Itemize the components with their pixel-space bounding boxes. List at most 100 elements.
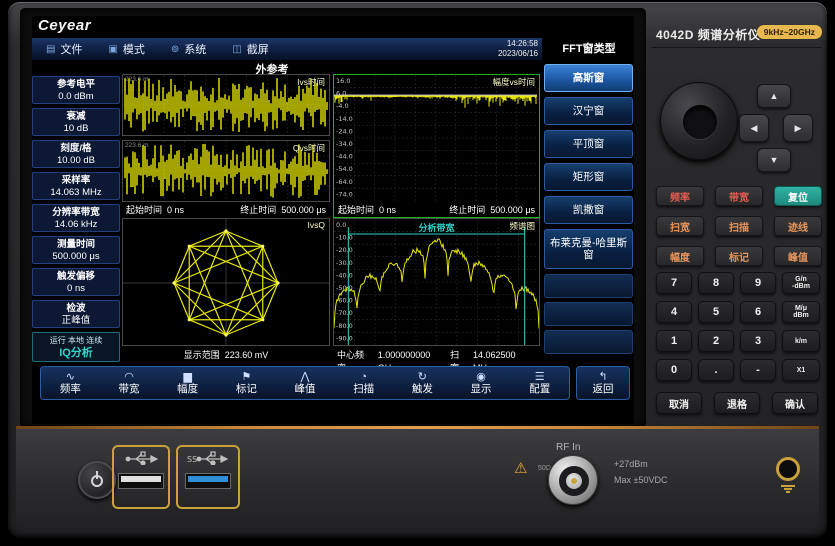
menu-item-label: 系统 — [184, 41, 206, 57]
bandwidth-key[interactable]: 带宽 — [715, 186, 763, 206]
toolbar-item-frequency[interactable]: ∿频率 — [41, 367, 100, 399]
key-8[interactable]: 8 — [698, 272, 734, 294]
menu-item-file[interactable]: ▤文件 — [46, 41, 82, 57]
constellation-quadrant[interactable]: IvsQ 显示范围 223.60 mV — [122, 218, 330, 362]
key-dot[interactable]: . — [698, 359, 734, 381]
param-rbw[interactable]: 分辨率带宽14.06 kHz — [32, 204, 120, 232]
toolbar-item-peak[interactable]: ⋀峰值 — [276, 367, 335, 399]
cancel-key[interactable]: 取消 — [656, 392, 702, 414]
key-7[interactable]: 7 — [656, 272, 692, 294]
toolbar-item-trigger[interactable]: ↻触发 — [393, 367, 452, 399]
time-text: 14:26:58 — [460, 39, 538, 49]
param-attenuation[interactable]: 衰减10 dB — [32, 108, 120, 136]
down-arrow-key[interactable]: ▼ — [757, 148, 791, 172]
spectrum-quadrant[interactable]: 0.0-10.0-20.0-30.0-40.0-50.0-60.0-70.0-8… — [333, 218, 540, 362]
sweep-key[interactable]: 扫描 — [715, 216, 763, 236]
toolbar-item-amplitude[interactable]: ▆幅度 — [158, 367, 217, 399]
spectrum-footer: 中心频率 1.000000000 GHz 扫宽 14.062500 MHz — [333, 349, 540, 362]
key-3[interactable]: 3 — [740, 330, 776, 352]
frequency-key[interactable]: 频率 — [656, 186, 704, 206]
key-k-m[interactable]: k/m — [782, 330, 820, 352]
clock: 14:26:58 2023/06/16 — [460, 39, 538, 59]
key-9[interactable]: 9 — [740, 272, 776, 294]
toolbar-item-display[interactable]: ◉显示 — [452, 367, 511, 399]
usb3-port-frame: SS — [176, 445, 240, 509]
param-label: 参考电平 — [33, 79, 119, 91]
i-scale-label: 223.6 m — [125, 76, 149, 83]
toolbar-item-sweep[interactable]: ◔扫描 — [334, 367, 393, 399]
stop-time-label: 终止时间 — [240, 204, 276, 217]
softkey-hanning-window[interactable]: 汉宁窗 — [544, 97, 633, 125]
analysis-bandwidth-label: 分析带宽 — [334, 221, 539, 234]
key-0[interactable]: 0 — [656, 359, 692, 381]
power-icon — [91, 475, 103, 487]
menu-item-screenshot[interactable]: ◫截屏 — [232, 41, 268, 57]
svg-text:-90.0: -90.0 — [336, 334, 353, 342]
center-freq-label: 中心频率 — [337, 349, 373, 362]
amp-time-quadrant[interactable]: 16.06.0-4.0-14.0-24.0-34.0-44.0-54.0-64.… — [333, 74, 540, 218]
param-label: 触发偏移 — [33, 271, 119, 283]
param-measure-time[interactable]: 测量时间500.000 μs — [32, 236, 120, 264]
toolbar-item-label: 频率 — [60, 383, 81, 396]
softkey-gaussian-window[interactable]: 高斯窗 — [544, 64, 633, 92]
power-button[interactable] — [78, 461, 116, 499]
toolbar-item-config[interactable]: ☰配置 — [510, 367, 569, 399]
back-button[interactable]: ↰ 返回 — [576, 366, 630, 400]
key-minus[interactable]: - — [740, 359, 776, 381]
right-arrow-key[interactable]: ▶ — [783, 114, 813, 142]
start-time-value: 0 ns — [167, 204, 184, 217]
key-x1[interactable]: X1 — [782, 359, 820, 381]
span-key[interactable]: 扫宽 — [656, 216, 704, 236]
reset-key[interactable]: 复位 — [774, 186, 822, 206]
svg-text:-44.0: -44.0 — [336, 153, 353, 161]
key-4[interactable]: 4 — [656, 301, 692, 323]
rotary-knob[interactable] — [660, 82, 738, 160]
key-2[interactable]: 2 — [698, 330, 734, 352]
key-1[interactable]: 1 — [656, 330, 692, 352]
knob-center — [683, 105, 717, 139]
back-icon: ↰ — [598, 371, 607, 383]
softkey-flattop-window[interactable]: 平顶窗 — [544, 130, 633, 158]
toolbar-item-marker[interactable]: ⚑标记 — [217, 367, 276, 399]
softkey-rectangular-window[interactable]: 矩形窗 — [544, 163, 633, 191]
menu-item-mode[interactable]: ▣模式 — [108, 41, 144, 57]
numeric-keypad: 789 G/n -dBm 456 M/μ dBm 123 k/m 0.-X1 — [656, 272, 820, 381]
usb3-tongue — [188, 476, 228, 482]
spectrum-analyzer-front: Ceyear ▤文件▣模式⊚系统◫截屏 14:26:58 2023/06/16 … — [0, 0, 835, 546]
toolbar-item-bandwidth[interactable]: ◠带宽 — [100, 367, 159, 399]
key-6[interactable]: 6 — [740, 301, 776, 323]
softkey-kaiser-window[interactable]: 凯撒窗 — [544, 196, 633, 224]
key-5[interactable]: 5 — [698, 301, 734, 323]
param-trigger-offset[interactable]: 触发偏移0 ns — [32, 268, 120, 296]
toolbar-item-label: 标记 — [236, 383, 257, 396]
toolbar-item-label: 配置 — [529, 383, 550, 396]
menu-item-system[interactable]: ⊚系统 — [171, 41, 206, 57]
softkey-softkey-blank-1[interactable] — [544, 274, 633, 298]
brand-logo: Ceyear — [38, 17, 91, 34]
spectrum-title: 频谱图 — [509, 220, 535, 232]
softkey-softkey-blank-3[interactable] — [544, 330, 633, 354]
softkey-menu-title: FFT窗类型 — [544, 40, 634, 56]
trace-key[interactable]: 迹线 — [774, 216, 822, 236]
confirm-key[interactable]: 确认 — [772, 392, 818, 414]
amplitude-key[interactable]: 幅度 — [656, 246, 704, 266]
backspace-key[interactable]: 退格 — [714, 392, 760, 414]
softkey-softkey-blank-2[interactable] — [544, 302, 633, 326]
left-arrow-key[interactable]: ◀ — [739, 114, 769, 142]
iq-time-quadrant[interactable]: 223.6 m Ivs时间 223.6 m Qvs时间 起始时间 0 ns 终止… — [122, 74, 330, 218]
svg-text:-4.0: -4.0 — [336, 102, 349, 110]
marker-key[interactable]: 标记 — [715, 246, 763, 266]
run-status-text: 运行 本地 连续 — [33, 335, 119, 346]
peak-key[interactable]: 峰值 — [774, 246, 822, 266]
softkey-blackman-harris-window[interactable]: 布莱克曼-哈里斯窗 — [544, 229, 633, 269]
param-detector[interactable]: 检波正峰值 — [32, 300, 120, 328]
key-m-dbm[interactable]: M/μ dBm — [782, 301, 820, 323]
param-scale-per-div[interactable]: 刻度/格10.00 dB — [32, 140, 120, 168]
param-ref-level[interactable]: 参考电平0.0 dBm — [32, 76, 120, 104]
back-label: 返回 — [593, 383, 614, 396]
param-sample-rate[interactable]: 采样率14.063 MHz — [32, 172, 120, 200]
q-scale-label: 223.6 m — [125, 142, 149, 149]
up-arrow-key[interactable]: ▲ — [757, 84, 791, 108]
key-g-n-dbm[interactable]: G/n -dBm — [782, 272, 820, 294]
svg-text:SS: SS — [187, 455, 197, 464]
